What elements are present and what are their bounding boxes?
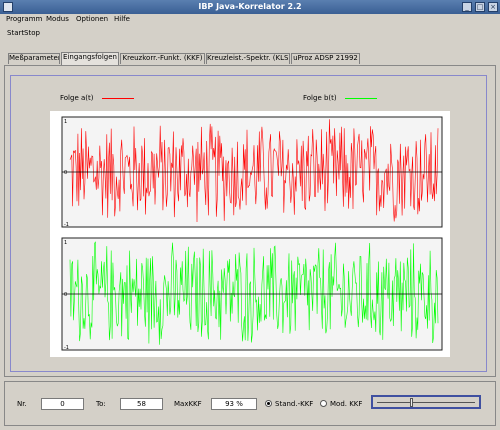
toolbar: Start Stop xyxy=(0,27,500,39)
nr-field[interactable]: 0 xyxy=(41,398,84,410)
slider[interactable] xyxy=(371,395,481,409)
title-bar: IBP Java-Korrelator 2.2 _ □ × xyxy=(0,0,500,14)
chart-panel: 1 0 -1 1 0 -1 xyxy=(50,111,450,357)
legend-b: Folge b(t) xyxy=(303,94,377,102)
legend-a: Folge a(t) xyxy=(60,94,134,102)
menu-programm[interactable]: Programm xyxy=(6,15,42,23)
legend-b-label: Folge b(t) xyxy=(303,94,337,102)
mod-kkf-radio[interactable] xyxy=(320,400,327,407)
to-label: To: xyxy=(96,400,106,408)
to-field[interactable]: 58 xyxy=(120,398,163,410)
window-title: IBP Java-Korrelator 2.2 xyxy=(198,2,302,11)
mod-kkf-label[interactable]: Mod. KKF xyxy=(330,400,362,408)
stand-kkf-radio[interactable] xyxy=(265,400,272,407)
menu-hilfe[interactable]: Hilfe xyxy=(114,15,130,23)
slider-track xyxy=(377,402,475,403)
plot-folge-b: 1 0 -1 xyxy=(61,237,443,351)
tab-kkf[interactable]: Kreuzkorr.-Funkt. (KKF) xyxy=(120,53,205,64)
y-tick-label: 1 xyxy=(64,240,67,246)
plot-folge-a: 1 0 -1 xyxy=(61,116,443,228)
minimize-icon[interactable]: _ xyxy=(462,2,472,12)
menu-bar: Programm Modus Optionen Hilfe xyxy=(0,14,500,25)
y-tick-label: -1 xyxy=(64,222,69,228)
slider-thumb[interactable] xyxy=(409,398,413,407)
legend-a-line xyxy=(101,97,134,99)
nr-label: Nr. xyxy=(17,400,27,408)
chart-svg: 1 0 -1 1 0 -1 xyxy=(61,116,443,351)
maxkkf-label: MaxKKF xyxy=(174,400,202,408)
maxkkf-field[interactable]: 93 % xyxy=(211,398,257,410)
legend-b-line xyxy=(344,97,377,99)
maximize-icon[interactable]: □ xyxy=(475,2,485,12)
tab-bar: Meßparameter Eingangsfolgen Kreuzkorr.-F… xyxy=(0,52,500,65)
y-tick-label: 0 xyxy=(64,170,67,176)
start-button[interactable]: Start xyxy=(7,29,24,37)
tab-messparameter[interactable]: Meßparameter xyxy=(8,53,60,64)
legend-a-label: Folge a(t) xyxy=(60,94,94,102)
y-tick-label: 0 xyxy=(64,292,67,298)
tab-uproz[interactable]: uProz ADSP 21992 xyxy=(291,53,360,64)
menu-modus[interactable]: Modus xyxy=(46,15,69,23)
y-tick-label: 1 xyxy=(64,119,67,125)
close-icon[interactable]: × xyxy=(488,2,498,12)
tab-kls[interactable]: Kreuzleist.-Spektr. (KLS) xyxy=(206,53,290,64)
tab-eingangsfolgen[interactable]: Eingangsfolgen xyxy=(61,52,119,65)
menu-optionen[interactable]: Optionen xyxy=(76,15,108,23)
stop-button[interactable]: Stop xyxy=(24,29,40,37)
y-tick-label: -1 xyxy=(64,345,69,351)
stand-kkf-label[interactable]: Stand.-KKF xyxy=(275,400,313,408)
